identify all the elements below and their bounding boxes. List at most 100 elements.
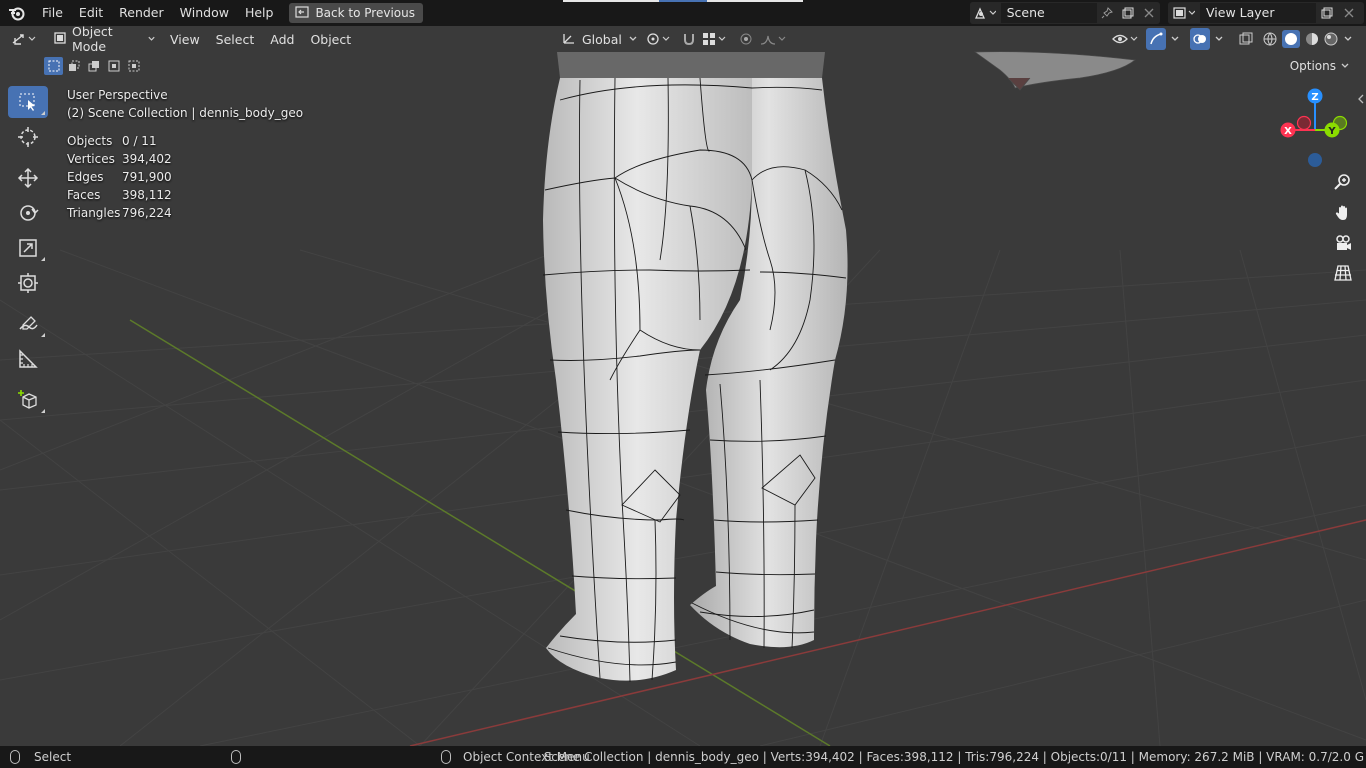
pan-button[interactable] [1329,199,1357,227]
orthographic-toggle-button[interactable] [1329,259,1357,287]
neg-x-axis-handle [1296,115,1312,131]
back-to-previous-button[interactable]: Back to Previous [289,3,423,23]
navigation-gizmo[interactable]: Z X Y [1276,86,1356,170]
back-icon [295,5,310,21]
scale-tool[interactable] [8,232,48,264]
magnet-icon [684,34,694,46]
close-view-layer-icon[interactable] [1338,2,1360,24]
blender-logo-icon[interactable] [0,0,34,26]
xray-icon [1239,32,1253,45]
select-new-icon[interactable] [44,57,63,75]
select-box-tool[interactable] [8,86,48,118]
transform-orientation-dropdown[interactable]: Global [558,28,638,50]
cursor-tool[interactable] [8,121,48,153]
editor-type-button[interactable] [8,28,42,50]
stat-label: Faces [67,188,101,202]
camera-view-button[interactable] [1329,229,1357,257]
neg-z-axis-handle [1308,153,1322,167]
stat-label: Objects [67,134,113,148]
snap-toggle[interactable] [678,28,700,50]
measure-tool[interactable] [8,343,48,375]
scale-icon [19,239,37,257]
rotate-tool[interactable] [8,197,48,229]
menu-view[interactable]: View [162,32,208,47]
mode-dropdown[interactable]: Object Mode [48,24,156,54]
menu-file[interactable]: File [34,2,71,24]
menu-add[interactable]: Add [262,32,302,47]
new-view-layer-icon[interactable] [1316,2,1338,24]
chevron-down-icon [148,36,155,41]
add-cube-tool[interactable] [8,384,48,416]
stat-row-objects: Objects 0 / 11 [67,132,303,150]
stat-label: Edges [67,170,104,184]
transform-icon [18,273,38,293]
mouse-right-icon [441,750,452,764]
zoom-button[interactable] [1329,168,1357,196]
view-layer-name-field[interactable]: View Layer [1200,3,1316,23]
overlays-toggle[interactable] [1190,28,1210,50]
pivot-icon [647,33,670,45]
scene-icon[interactable] [970,2,1001,24]
menu-edit[interactable]: Edit [71,2,111,24]
workspace-tab-indicator [563,0,803,2]
status-scene-info: Scene Collection | dennis_body_geo | Ver… [543,750,1364,764]
sidebar-toggle-chevron-icon[interactable] [1357,94,1365,104]
orientation-icon [562,31,576,48]
menu-object[interactable]: Object [302,32,359,47]
new-scene-icon[interactable] [1118,2,1139,24]
active-collection-label: (2) Scene Collection | dennis_body_geo [67,106,304,120]
menu-window[interactable]: Window [172,2,237,24]
menu-help[interactable]: Help [237,2,282,24]
close-icon[interactable] [1139,2,1160,24]
rendered-shading-icon[interactable] [1324,32,1338,46]
measure-ruler-icon [19,349,38,368]
material-shading-icon[interactable] [1305,32,1319,46]
tool-shelf [8,86,50,419]
xray-toggle[interactable] [1236,28,1256,50]
shading-dropdown[interactable] [1340,28,1356,50]
stat-value: 791,900 [122,170,172,184]
pivot-point-button[interactable] [644,28,674,50]
visibility-button[interactable] [1110,28,1142,50]
move-icon [17,167,39,189]
top-menubar: File Edit Render Window Help Back to Pre… [0,0,1366,26]
select-intersect-icon[interactable] [124,57,143,75]
select-subtract-icon[interactable] [84,57,103,75]
mouse-left-icon [10,750,20,764]
snap-target-button[interactable] [700,28,730,50]
view-layer-selector[interactable]: View Layer [1168,2,1364,24]
annotate-tool[interactable] [8,308,48,340]
stat-row-edges: Edges 791,900 [67,168,303,186]
stat-value: 796,224 [122,206,172,220]
gizmo-toggle[interactable] [1146,28,1166,50]
chevron-down-icon [629,36,637,41]
chevron-down-icon [1341,63,1349,68]
move-tool[interactable] [8,162,48,194]
scene-selector[interactable]: Scene [970,2,1160,24]
view-layer-icon[interactable] [1168,2,1200,24]
transform-tool[interactable] [8,267,48,299]
wireframe-shading-icon[interactable] [1263,32,1277,46]
gizmo-dropdown[interactable] [1166,28,1184,50]
zoom-magnifier-icon [1334,174,1350,190]
overlays-dropdown[interactable] [1210,28,1228,50]
options-dropdown[interactable]: Options [1281,56,1358,76]
falloff-button[interactable] [758,28,788,50]
snap-grid-icon [703,33,726,45]
rotate-icon [20,205,39,221]
stat-label: Vertices [67,152,115,166]
menu-render[interactable]: Render [111,2,172,24]
selection-mode-buttons [44,57,143,75]
pin-icon[interactable] [1097,2,1118,24]
scene-name-field[interactable]: Scene [1000,3,1097,23]
mouse-middle-icon [231,750,242,764]
chevron-down-icon [1171,36,1179,41]
solid-shading-icon[interactable] [1281,30,1300,48]
overlays-icon [1193,34,1206,44]
menu-select[interactable]: Select [208,32,263,47]
select-invert-icon[interactable] [104,57,123,75]
select-extend-icon[interactable] [64,57,83,75]
chevron-down-icon [1215,36,1223,41]
scene-statistics: Objects 0 / 11 Vertices 394,402 Edges 791,9… [67,132,303,222]
proportional-editing-toggle[interactable] [736,28,756,50]
